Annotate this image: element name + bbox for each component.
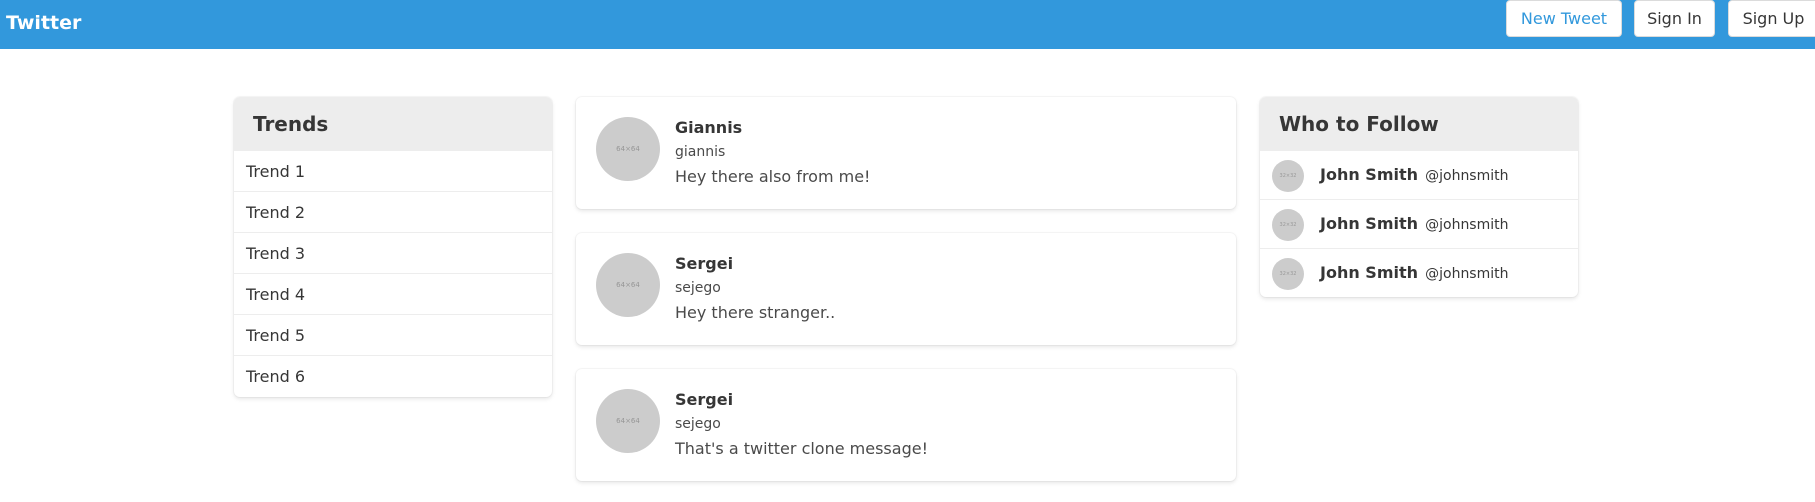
avatar: 32×32 (1272, 258, 1304, 290)
tweet-card: 64×64 Sergei sejego Hey there stranger.. (576, 233, 1236, 345)
follow-suggestion: 32×32 John Smith @johnsmith (1260, 200, 1578, 249)
sign-up-button[interactable]: Sign Up (1728, 0, 1815, 37)
trend-item[interactable]: Trend 6 (234, 356, 552, 397)
follow-suggestion: 32×32 John Smith @johnsmith (1260, 249, 1578, 297)
trends-title: Trends (234, 97, 552, 151)
who-to-follow-panel: Who to Follow 32×32 John Smith @johnsmit… (1260, 97, 1578, 297)
brand-logo[interactable]: Twitter (6, 12, 81, 34)
follow-user-name[interactable]: John Smith (1320, 214, 1418, 233)
tweet-author-handle: giannis (675, 144, 726, 160)
trend-item[interactable]: Trend 1 (234, 151, 552, 192)
trend-item[interactable]: Trend 3 (234, 233, 552, 274)
follow-user-handle: @johnsmith (1425, 168, 1509, 184)
tweet-text: That's a twitter clone message! (675, 439, 928, 458)
sign-in-button[interactable]: Sign In (1634, 0, 1715, 37)
tweet-author-name: Giannis (675, 118, 743, 137)
tweet-author-handle: sejego (675, 280, 721, 296)
avatar: 32×32 (1272, 209, 1304, 241)
tweet-card: 64×64 Sergei sejego That's a twitter clo… (576, 369, 1236, 481)
tweet-author-name: Sergei (675, 390, 734, 409)
follow-user-name[interactable]: John Smith (1320, 263, 1418, 282)
follow-suggestion: 32×32 John Smith @johnsmith (1260, 151, 1578, 200)
trend-item[interactable]: Trend 5 (234, 315, 552, 356)
tweet-author-name: Sergei (675, 254, 734, 273)
follow-user-handle: @johnsmith (1425, 266, 1509, 282)
new-tweet-button[interactable]: New Tweet (1506, 0, 1622, 37)
tweet-text: Hey there also from me! (675, 167, 871, 186)
trend-item[interactable]: Trend 4 (234, 274, 552, 315)
trend-item[interactable]: Trend 2 (234, 192, 552, 233)
tweet-card: 64×64 Giannis giannis Hey there also fro… (576, 97, 1236, 209)
trends-panel: Trends Trend 1 Trend 2 Trend 3 Trend 4 T… (234, 97, 552, 397)
who-to-follow-title: Who to Follow (1260, 97, 1578, 151)
avatar: 64×64 (596, 389, 660, 453)
avatar: 64×64 (596, 253, 660, 317)
navbar: Twitter New Tweet Sign In Sign Up (0, 0, 1815, 49)
avatar: 32×32 (1272, 160, 1304, 192)
avatar: 64×64 (596, 117, 660, 181)
follow-user-name[interactable]: John Smith (1320, 165, 1418, 184)
tweet-text: Hey there stranger.. (675, 303, 836, 322)
follow-user-handle: @johnsmith (1425, 217, 1509, 233)
tweet-author-handle: sejego (675, 416, 721, 432)
